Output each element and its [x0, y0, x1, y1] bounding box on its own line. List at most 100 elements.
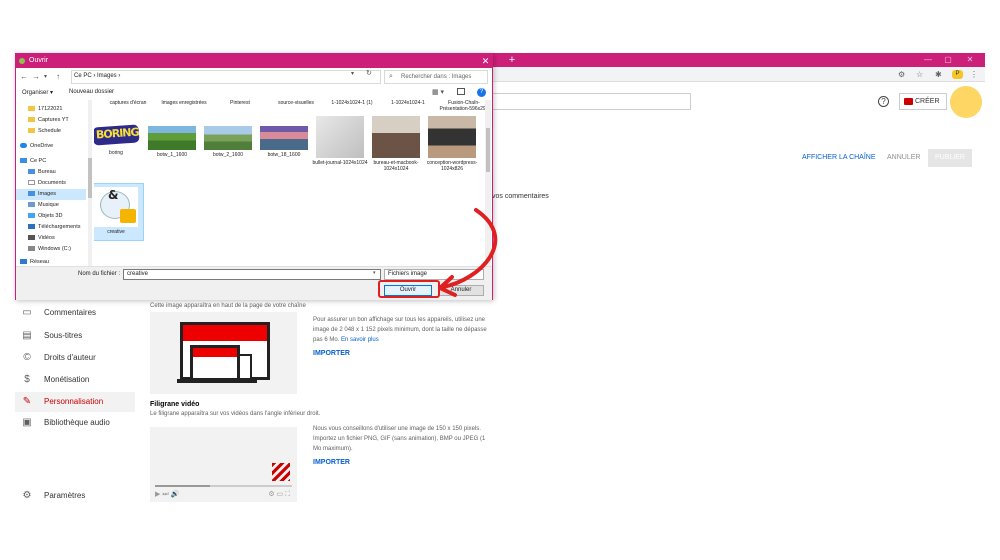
journal-image — [316, 116, 364, 158]
view-options-icon[interactable]: ▦ ▾ — [432, 88, 444, 96]
banner-import-button[interactable]: IMPORTER — [313, 350, 350, 357]
nav-item[interactable]: 17122021 — [16, 104, 62, 115]
watermark-guidelines: Nous vous conseillons d'utiliser une ima… — [313, 426, 486, 452]
nav-item[interactable]: Schedule — [16, 126, 61, 137]
player-controls: ▶ ⏭ 🔊 ⚙ ▭ ⛶ — [155, 490, 292, 499]
nav-item-label: Documents — [38, 180, 66, 186]
thumbnail-label: conception-wordpress-1024x826 — [426, 160, 478, 172]
subtitles-icon: ▤ — [22, 330, 32, 341]
studio-search-input[interactable] — [485, 93, 691, 110]
new-folder-button[interactable]: Nouveau dossier — [69, 89, 114, 95]
nav-item[interactable]: Captures YT — [16, 115, 69, 126]
desk-image — [372, 116, 420, 158]
avatar[interactable] — [950, 86, 982, 118]
extension-badge[interactable]: P — [952, 70, 963, 79]
nav-item[interactable]: Images — [16, 189, 86, 200]
file-list-scrollbar[interactable] — [485, 100, 491, 266]
dialog-titlebar: Ouvrir ✕ — [16, 54, 492, 68]
sidebar-item-settings[interactable]: ⚙ Paramètres — [15, 486, 135, 506]
publish-button[interactable]: PUBLIER — [928, 149, 972, 167]
up-arrow-icon[interactable]: ↑ — [56, 72, 60, 82]
scrollbar-thumb[interactable] — [88, 158, 92, 198]
refresh-icon[interactable]: ↻ — [366, 69, 372, 77]
minimize-button[interactable]: — — [920, 53, 936, 67]
nav-item[interactable]: Musique — [16, 200, 59, 211]
file-item[interactable]: 1-1024x1024-1 — [378, 100, 438, 106]
sidebar-item-subtitles[interactable]: ▤ Sous-titres — [15, 326, 135, 346]
sidebar-item-comments[interactable]: ▭ Commentaires — [15, 303, 135, 323]
nav-item[interactable]: Ce PC — [16, 156, 46, 167]
preview-pane-icon[interactable] — [457, 88, 465, 95]
chevron-down-icon[interactable]: ▾ — [373, 270, 376, 276]
image-thumbnail[interactable]: conception-wordpress-1024x826 — [424, 116, 480, 172]
chevron-down-icon[interactable]: ▾ — [44, 72, 47, 82]
selected-image-thumbnail[interactable]: & creative — [94, 183, 144, 241]
search-input[interactable]: ⌕ Rechercher dans : Images — [384, 70, 488, 84]
learn-more-link[interactable]: En savoir plus — [341, 337, 379, 343]
maximize-button[interactable]: ▢ — [940, 53, 956, 67]
filetype-select[interactable]: Fichiers image — [384, 269, 484, 280]
image-thumbnail[interactable]: BORING boring — [94, 122, 144, 156]
sidebar-item-copyright[interactable]: © Droits d'auteur — [15, 348, 135, 368]
organize-menu[interactable]: Organiser ▾ — [22, 89, 53, 96]
menu-icon[interactable]: ⋮ — [970, 69, 978, 80]
image-thumbnail[interactable]: botw_1_1600 — [144, 126, 200, 158]
file-item[interactable]: captures d'écran — [98, 100, 158, 106]
sidebar-item-monetization[interactable]: $ Monétisation — [15, 370, 135, 390]
file-item[interactable]: Images enregistrées — [154, 100, 214, 106]
nav-pane-scrollbar[interactable] — [88, 100, 92, 266]
doc-icon — [28, 180, 35, 186]
dialog-cancel-button[interactable]: Annuler — [438, 285, 484, 296]
image-thumbnail[interactable]: botw_18_1600 — [256, 126, 312, 158]
gear-icon: ⚙ — [22, 490, 32, 501]
create-button[interactable]: CRÉER — [899, 93, 947, 110]
nav-item[interactable]: Objets 3D — [16, 211, 62, 222]
help-icon[interactable]: ? — [477, 88, 486, 97]
chevron-down-icon[interactable]: ▾ — [351, 70, 354, 77]
filename-input[interactable]: creative — [123, 269, 381, 280]
watermark-import-button[interactable]: IMPORTER — [313, 459, 350, 466]
nav-item[interactable]: Bureau — [16, 167, 56, 178]
help-icon[interactable]: ? — [878, 96, 889, 107]
thumbnail-label: creative — [107, 229, 125, 235]
file-item[interactable]: source-visuelles — [266, 100, 326, 106]
nav-item-label: Bureau — [38, 169, 56, 175]
nav-item[interactable]: Téléchargements — [16, 222, 81, 233]
back-arrow-icon[interactable]: ← — [20, 72, 28, 82]
sidebar-item-customization[interactable]: ✎ Personnalisation — [15, 392, 135, 412]
nav-item-label: Ce PC — [30, 158, 47, 164]
video-icon — [28, 235, 35, 241]
nav-item[interactable]: Windows (C:) — [16, 244, 71, 255]
file-item[interactable]: Fusion-Chaîn-Présentation-596x292 — [434, 100, 491, 112]
laptop-base — [177, 379, 257, 383]
drive-icon — [28, 246, 35, 252]
thumbnail-label: botw_18_1600 — [267, 152, 301, 158]
sidebar-item-label: Commentaires — [44, 308, 97, 317]
image-thumbnail[interactable]: bullet-journal-1024x1024 — [312, 116, 368, 166]
forward-arrow-icon[interactable]: → — [32, 72, 40, 82]
image-thumbnail[interactable]: botw_2_1600 — [200, 126, 256, 158]
banner-guidelines-text: Pour assurer un bon affichage sur tous l… — [313, 317, 487, 343]
breadcrumb[interactable]: Ce PC › Images › — [74, 73, 120, 79]
nav-item[interactable]: Vidéos — [16, 233, 55, 244]
close-window-button[interactable]: ✕ — [962, 53, 978, 67]
nav-item[interactable]: OneDrive — [16, 141, 53, 152]
sidebar-item-audio-library[interactable]: ▣ Bibliothèque audio — [15, 413, 135, 433]
cancel-button[interactable]: ANNULER — [887, 149, 920, 167]
nav-item-label: Réseau — [30, 259, 49, 265]
scrollbar-thumb[interactable] — [486, 128, 490, 172]
file-open-dialog: Ouvrir ✕ ← → ▾ ↑ Ce PC › Images › ▾ ↻ ⌕ … — [15, 53, 493, 300]
close-icon[interactable]: ✕ — [479, 54, 492, 68]
file-item[interactable]: Pinterest — [210, 100, 270, 106]
extensions-icon[interactable]: ✱ — [935, 69, 942, 80]
star-icon[interactable]: ☆ — [916, 69, 923, 80]
new-tab-button[interactable]: + — [505, 53, 519, 67]
view-channel-button[interactable]: AFFICHER LA CHAÎNE — [802, 149, 876, 167]
settings-icon[interactable]: ⚙ — [898, 69, 905, 80]
dialog-address-row: ← → ▾ ↑ Ce PC › Images › ▾ ↻ ⌕ Recherche… — [16, 68, 492, 86]
nav-item[interactable]: Documents — [16, 178, 66, 189]
creative-image: & — [94, 187, 138, 227]
image-thumbnail[interactable]: bureau-et-macbook-1024x1024 — [368, 116, 424, 172]
comments-text-fragment: vos commentaires — [492, 193, 549, 200]
file-item[interactable]: 1-1024x1024-1 (1) — [322, 100, 382, 106]
